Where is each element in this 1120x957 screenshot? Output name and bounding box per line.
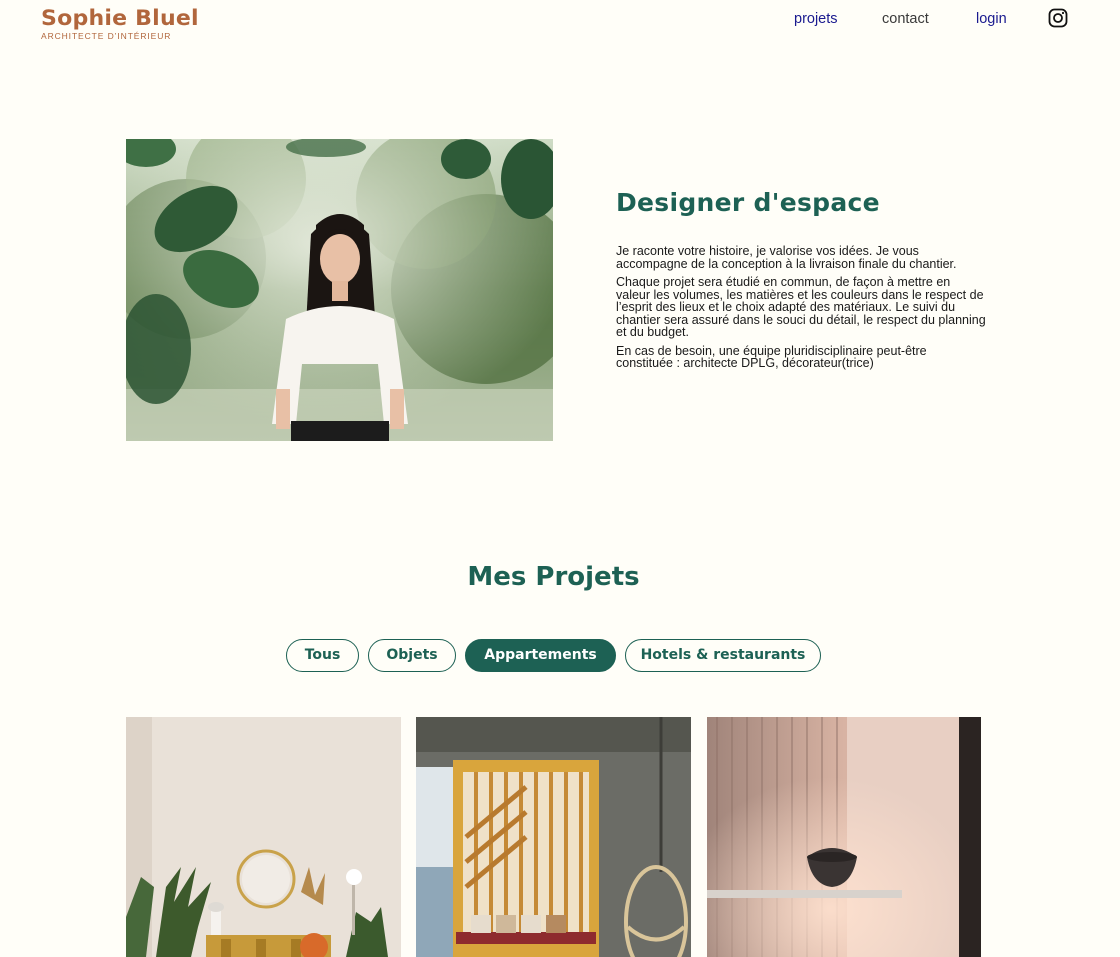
- project-image: [707, 717, 981, 957]
- nav-projets-link[interactable]: projets: [794, 10, 838, 28]
- filter-button-objets[interactable]: Objets: [368, 639, 456, 672]
- portfolio-title: Mes Projets: [467, 562, 640, 592]
- logo-tagline: ARCHITECTE D’INTÉRIEUR: [41, 31, 172, 41]
- introduction-paragraph: Je raconte votre histoire, je valorise v…: [616, 244, 957, 271]
- introduction-title: Designer d'espace: [616, 188, 880, 217]
- gallery-item[interactable]: [416, 717, 691, 957]
- introduction-paragraph: Chaque projet sera étudié en commun, de …: [616, 275, 986, 339]
- introduction-paragraph: En cas de besoin, une équipe pluridiscip…: [616, 343, 927, 370]
- project-image: [126, 717, 401, 957]
- introduction-text: Je raconte votre histoire, je valorise v…: [616, 245, 986, 376]
- nav-contact-link[interactable]: contact: [882, 10, 929, 28]
- instagram-icon[interactable]: [1048, 8, 1068, 28]
- site-header: Sophie Bluel ARCHITECTE D’INTÉRIEUR proj…: [0, 0, 1120, 50]
- filter-button-tous[interactable]: Tous: [286, 639, 359, 672]
- nav-login-link[interactable]: login: [976, 10, 1007, 28]
- portrait-photo: [126, 139, 553, 441]
- gallery-item[interactable]: [707, 717, 981, 957]
- main-nav: projets contact login: [0, 10, 1120, 30]
- project-image: [416, 717, 691, 957]
- filter-button-appartements[interactable]: Appartements: [465, 639, 616, 672]
- gallery-item[interactable]: [126, 717, 401, 957]
- filter-button-hotels-restaurants[interactable]: Hotels & restaurants: [625, 639, 821, 672]
